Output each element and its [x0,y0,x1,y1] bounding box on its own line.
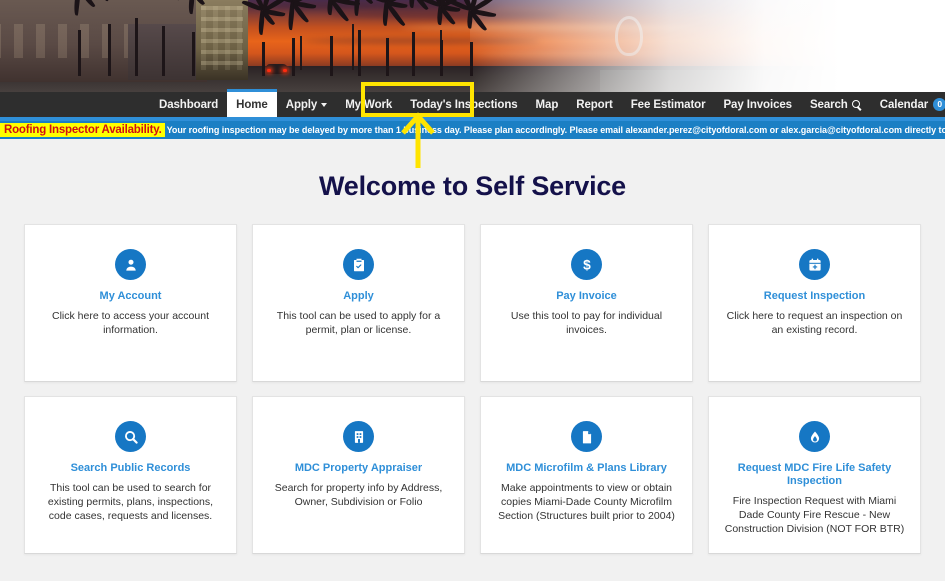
nav-item-pay-invoices[interactable]: Pay Invoices [714,92,800,117]
nav-item-search[interactable]: Search [801,92,871,117]
palm-tree [470,42,472,76]
streetlamp [352,24,354,70]
card-title[interactable]: MDC Microfilm & Plans Library [495,462,678,475]
nav-item-label: Fee Estimator [631,99,706,111]
palm-tree [358,30,360,76]
alert-tag: Roofing Inspector Availability. [0,123,165,137]
card-apply[interactable]: Apply This tool can be used to apply for … [252,224,465,382]
nav-item-label: Map [536,99,559,111]
palm-tree [262,42,264,76]
card-title[interactable]: Search Public Records [39,462,222,475]
user-icon [115,249,146,280]
card-search-public-records[interactable]: Search Public Records This tool can be us… [24,396,237,554]
nav-item-report[interactable]: Report [567,92,621,117]
nav-item-label: Pay Invoices [723,99,791,111]
nav-item-label: Today's Inspections [410,99,517,111]
nav-item-calendar[interactable]: Calendar 0 [871,92,945,117]
alert-banner: Roofing Inspector Availability. Your roo… [0,121,945,139]
nav-item-home[interactable]: Home [227,89,277,117]
calendar-count-badge: 0 [933,98,945,111]
card-title[interactable]: Request Inspection [723,290,906,303]
office-tower [196,0,248,80]
card-title[interactable]: Request MDC Fire Life Safety Inspection [723,462,906,488]
hero-top-fade [470,0,945,92]
nav-item-label: Apply [286,99,317,111]
palm-tree [386,38,388,76]
chevron-down-icon [321,103,327,107]
card-mdc-microfilm-plans-library[interactable]: MDC Microfilm & Plans Library Make appoin… [480,396,693,554]
palm-tree [412,32,414,76]
card-request-mdc-fire-life-safety-inspection[interactable]: Request MDC Fire Life Safety Inspection F… [708,396,921,554]
nav-item-today-s-inspections[interactable]: Today's Inspections [401,92,526,117]
card-title[interactable]: MDC Property Appraiser [267,462,450,475]
dollar-icon: $ [571,249,602,280]
card-title[interactable]: My Account [39,290,222,303]
nav-item-label: Search [810,99,848,111]
nav-item-label: Calendar [880,99,928,111]
main-navigation[interactable]: Dashboard Home Apply My Work Today's Inspect… [0,92,945,117]
page-title: Welcome to Self Service [0,139,945,202]
palm-tree [162,26,164,76]
card-description: Use this tool to pay for individual invo… [495,309,678,337]
card-request-inspection[interactable]: Request Inspection Click here to request … [708,224,921,382]
card-description: Fire Inspection Request with Miami Dade … [723,494,906,536]
nav-item-apply[interactable]: Apply [277,92,336,117]
card-my-account[interactable]: My Account Click here to access your acco… [24,224,237,382]
streetlamp [300,36,302,70]
nav-item-label: My Work [345,99,392,111]
card-description: Click here to request an inspection on a… [723,309,906,337]
nav-item-label: Home [236,99,268,111]
palm-tree [192,32,194,76]
palm-tree [292,38,294,76]
card-description: Click here to access your account inform… [39,309,222,337]
card-description: Search for property info by Address, Own… [267,481,450,509]
palm-tree [330,36,332,76]
alert-message: Your roofing inspection may be delayed b… [167,125,945,135]
card-title[interactable]: Apply [267,290,450,303]
palm-tree [135,18,137,76]
card-description: This tool can be used to apply for a per… [267,309,450,337]
document-icon [571,421,602,452]
svg-text:$: $ [583,257,591,272]
building-icon [343,421,374,452]
nav-item-map[interactable]: Map [527,92,568,117]
card-mdc-property-appraiser[interactable]: MDC Property Appraiser Search for propert… [252,396,465,554]
palm-tree [108,24,110,76]
card-description: This tool can be used to search for exis… [39,481,222,523]
palm-tree [78,30,80,76]
car [266,64,288,74]
hero-banner [0,0,945,92]
nav-item-fee-estimator[interactable]: Fee Estimator [622,92,715,117]
clipboard-check-icon [343,249,374,280]
card-description: Make appointments to view or obtain copi… [495,481,678,523]
flame-drop-icon [799,421,830,452]
card-pay-invoice[interactable]: $ Pay Invoice Use this tool to pay for ind… [480,224,693,382]
nav-item-my-work[interactable]: My Work [336,92,401,117]
nav-item-label: Dashboard [159,99,218,111]
card-title[interactable]: Pay Invoice [495,290,678,303]
quick-action-card-grid: My Account Click here to access your acco… [0,224,945,554]
palm-tree [440,40,442,76]
calendar-plus-icon [799,249,830,280]
nav-item-dashboard[interactable]: Dashboard [150,92,227,117]
page-content: Welcome to Self Service My Account Click … [0,139,945,581]
nav-item-label: Report [576,99,612,111]
magnifier-icon [115,421,146,452]
search-icon [852,100,862,110]
